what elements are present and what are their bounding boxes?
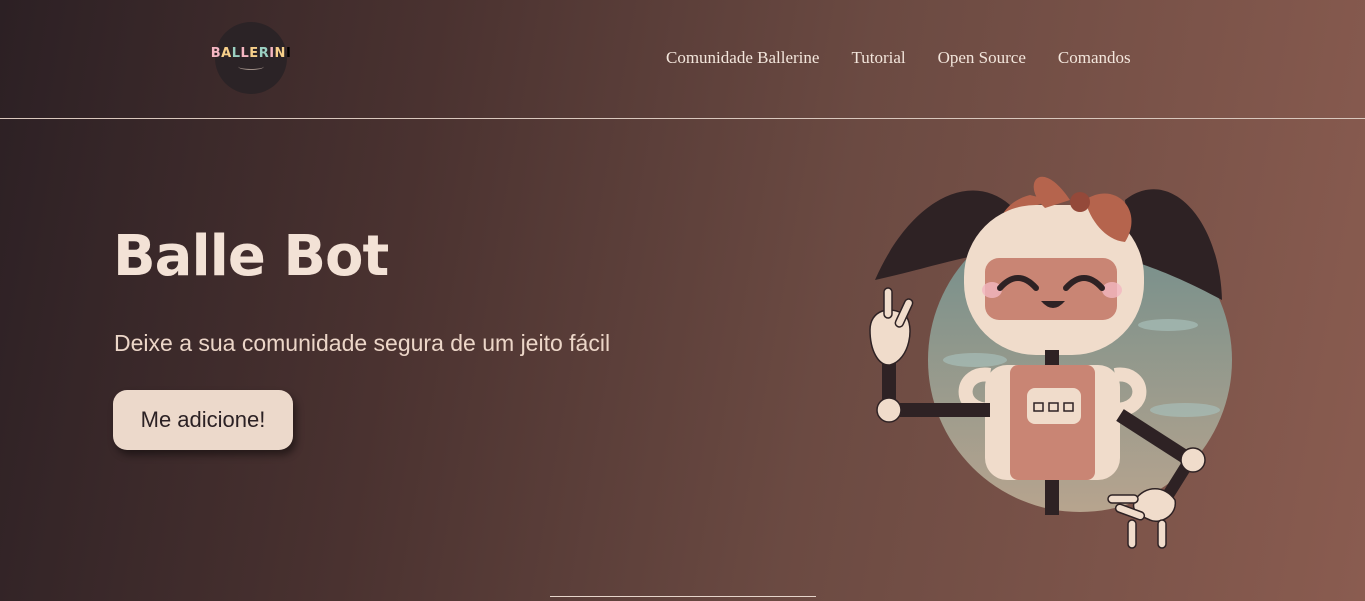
left-elbow — [876, 397, 902, 423]
nav-tutorial[interactable]: Tutorial — [851, 48, 905, 68]
nav-comunidade-ballerine[interactable]: Comunidade Ballerine — [666, 48, 819, 68]
main-nav: Comunidade Ballerine Tutorial Open Sourc… — [666, 48, 1163, 68]
logo-text: BALLERINI — [210, 46, 292, 61]
scroll-indicator-line — [550, 596, 816, 597]
hero-title: Balle Bot — [113, 224, 389, 289]
hero-subtitle: Deixe a sua comunidade segura de um jeit… — [114, 330, 611, 356]
ballerini-logo[interactable]: BALLERINI — [211, 22, 291, 94]
left-arm — [900, 403, 990, 417]
leg — [1045, 475, 1059, 515]
right-blush — [1102, 282, 1122, 298]
robot-face-screen — [985, 258, 1117, 320]
add-bot-button[interactable]: Me adicione! — [113, 390, 293, 450]
nav-comandos[interactable]: Comandos — [1058, 48, 1131, 68]
nav-open-source[interactable]: Open Source — [938, 48, 1026, 68]
left-finger-1 — [883, 287, 893, 319]
bow-knot — [1070, 192, 1090, 212]
right-elbow — [1180, 447, 1206, 473]
robot-girl-illustration — [869, 176, 1232, 549]
logo-swirl-icon — [238, 63, 264, 70]
header: BALLERINI Comunidade Ballerine Tutorial … — [0, 0, 1365, 119]
